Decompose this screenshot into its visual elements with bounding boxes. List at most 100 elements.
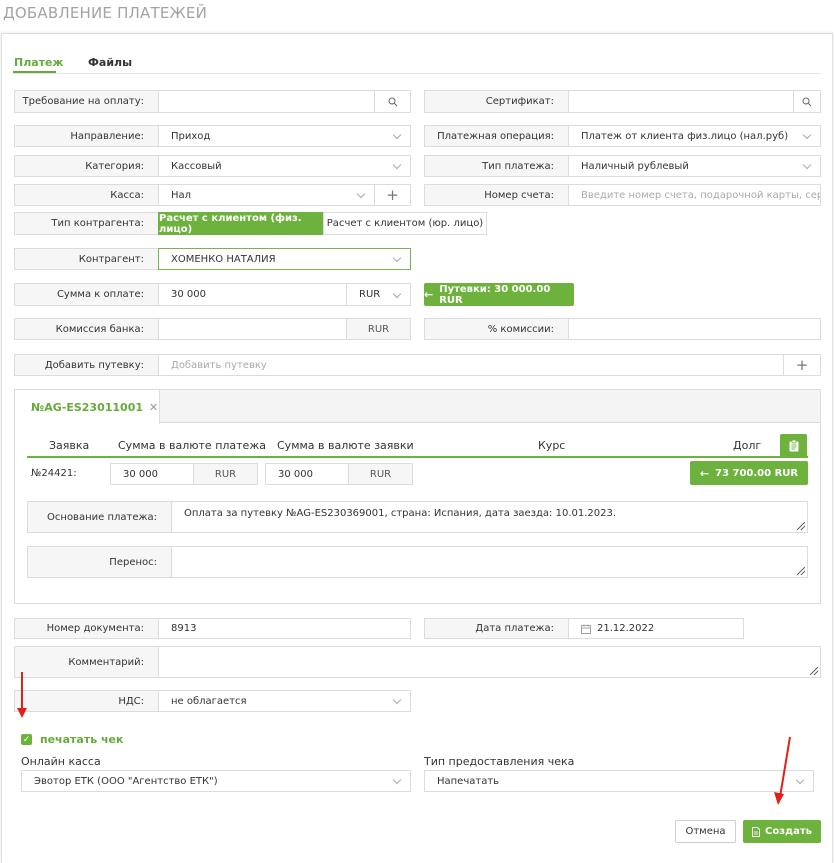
plus-icon: + (386, 186, 399, 204)
chevron-down-icon (392, 775, 402, 785)
add-voucher-button[interactable]: + (783, 354, 821, 376)
payment-date-input[interactable]: 21.12.2022 (568, 618, 744, 639)
basis-label: Основание платежа: (27, 501, 172, 533)
doc-number-label: Номер документа: (14, 618, 159, 639)
amount-currency-value: RUR (359, 289, 381, 300)
print-check-label[interactable]: печатать чек (40, 733, 123, 746)
table-header-underline (27, 456, 808, 458)
resize-handle-icon[interactable] (797, 567, 805, 575)
counterparty-label: Контрагент: (14, 248, 159, 270)
comment-label: Комментарий: (14, 646, 159, 678)
create-label: Создать (765, 826, 812, 837)
counterparty-type-legal[interactable]: Расчет с клиентом (юр. лицо) (323, 212, 487, 235)
payment-operation-label: Платежная операция: (424, 125, 569, 147)
create-button[interactable]: Создать (743, 820, 821, 843)
currency-payment: RUR (193, 463, 258, 485)
bank-fee-label: Комиссия банка: (14, 318, 159, 340)
category-select[interactable]: Кассовый (158, 155, 411, 177)
cashbox-label: Касса: (14, 184, 159, 206)
doc-number-input[interactable]: 8913 (158, 618, 411, 639)
payment-type-label: Тип платежа: (424, 155, 569, 177)
amount-input[interactable]: 30 000 (158, 283, 347, 306)
chevron-down-icon (392, 695, 402, 705)
amount-payment-input[interactable]: 30 000 (110, 463, 194, 485)
payment-request-search-button[interactable] (374, 90, 411, 113)
payment-date-value: 21.12.2022 (597, 623, 655, 634)
counterparty-type-label: Тип контрагента: (14, 212, 159, 235)
cashbox-select[interactable]: Нал (158, 184, 375, 206)
annotation-arrow-print-check (17, 672, 27, 718)
column-order: Заявка (49, 439, 90, 452)
counterparty-select[interactable]: ХОМЕНКО НАТАЛИЯ (158, 248, 411, 270)
voucher-tab-label: №AG-ES23011001 (31, 400, 144, 414)
cancel-button[interactable]: Отмена (675, 820, 736, 843)
amount-currency-select[interactable]: RUR (346, 283, 411, 306)
category-label: Категория: (14, 155, 159, 177)
payment-date-label: Дата платежа: (424, 618, 569, 639)
debt-button[interactable]: ← 73 700.00 RUR (690, 461, 808, 485)
close-icon[interactable]: ✕ (149, 401, 158, 414)
chevron-down-icon (392, 130, 402, 140)
transfer-label: Перенос: (27, 546, 172, 578)
certificate-search-button[interactable] (793, 90, 821, 113)
search-icon (388, 97, 397, 106)
transfer-textarea[interactable] (171, 546, 808, 578)
fee-percent-input[interactable] (568, 318, 821, 340)
payment-request-label: Требование на оплату: (14, 90, 159, 113)
amount-order-value: 30 000 (278, 468, 313, 480)
online-cashbox-select[interactable]: Эвотор ЕТК (ООО "Агентство ЕТК") (21, 770, 411, 792)
payment-type-value: Наличный рублевый (581, 160, 689, 172)
direction-label: Направление: (14, 125, 159, 147)
print-check-checkbox[interactable]: ✓ (21, 734, 32, 745)
clipboard-button[interactable] (780, 434, 807, 458)
basis-textarea[interactable]: Оплата за путевку №AG-ES230369001, стран… (171, 501, 808, 533)
chevron-down-icon (392, 253, 402, 263)
account-number-placeholder: Введите номер счета, подарочной карты, с… (581, 189, 820, 201)
column-amount-payment: Сумма в валюте платежа (118, 439, 266, 452)
counterparty-value: ХОМЕНКО НАТАЛИЯ (171, 253, 276, 265)
counterparty-type-individual[interactable]: Расчет с клиентом (физ. лицо) (158, 212, 324, 235)
certificate-label: Сертификат: (424, 90, 569, 113)
bank-fee-currency: RUR (346, 318, 411, 340)
bank-fee-input[interactable] (158, 318, 347, 340)
doc-number-value: 8913 (171, 623, 197, 634)
arrow-left-icon: ← (699, 466, 710, 480)
tab-active-indicator (13, 71, 56, 73)
comment-textarea[interactable] (158, 646, 821, 678)
amount-payment-value: 30 000 (123, 468, 158, 480)
add-cashbox-button[interactable]: + (374, 184, 411, 206)
search-icon (802, 97, 812, 106)
voucher-amount-button[interactable]: ← Путевки: 30 000.00 RUR (424, 283, 574, 306)
check-type-value: Напечатать (437, 775, 500, 787)
amount-label: Сумма к оплате: (14, 283, 159, 306)
direction-value: Приход (171, 130, 211, 142)
vat-value: не облагается (171, 695, 247, 707)
plus-icon: + (795, 356, 809, 374)
vat-label: НДС: (14, 690, 159, 712)
direction-select[interactable]: Приход (158, 125, 411, 147)
amount-order-input[interactable]: 30 000 (265, 463, 349, 485)
tab-files[interactable]: Файлы (88, 56, 132, 69)
payment-operation-select[interactable]: Платеж от клиента физ.лицо (нал.руб) (568, 125, 821, 147)
check-type-heading: Тип предоставления чека (424, 755, 575, 768)
payment-type-select[interactable]: Наличный рублевый (568, 155, 821, 177)
debt-label: 73 700.00 RUR (715, 467, 799, 479)
chevron-down-icon (356, 189, 366, 199)
tab-payment[interactable]: Платеж (14, 56, 63, 69)
order-number: №24421: (31, 468, 77, 479)
online-cashbox-value: Эвотор ЕТК (ООО "Агентство ЕТК") (34, 775, 218, 787)
add-voucher-input[interactable]: Добавить путевку (158, 354, 784, 376)
account-number-input[interactable]: Введите номер счета, подарочной карты, с… (568, 184, 821, 206)
clipboard-icon (789, 440, 798, 452)
payment-operation-value: Платеж от клиента физ.лицо (нал.руб) (581, 130, 789, 142)
check-type-select[interactable]: Напечатать (424, 770, 814, 792)
resize-handle-icon[interactable] (797, 522, 805, 530)
account-number-label: Номер счета: (424, 184, 569, 206)
document-icon (752, 826, 761, 837)
vat-select[interactable]: не облагается (158, 690, 411, 712)
certificate-input[interactable] (568, 90, 794, 113)
payment-request-input[interactable] (158, 90, 375, 113)
voucher-tab[interactable]: №AG-ES23011001 ✕ (15, 390, 160, 424)
resize-handle-icon[interactable] (810, 667, 818, 675)
chevron-down-icon (802, 130, 812, 140)
